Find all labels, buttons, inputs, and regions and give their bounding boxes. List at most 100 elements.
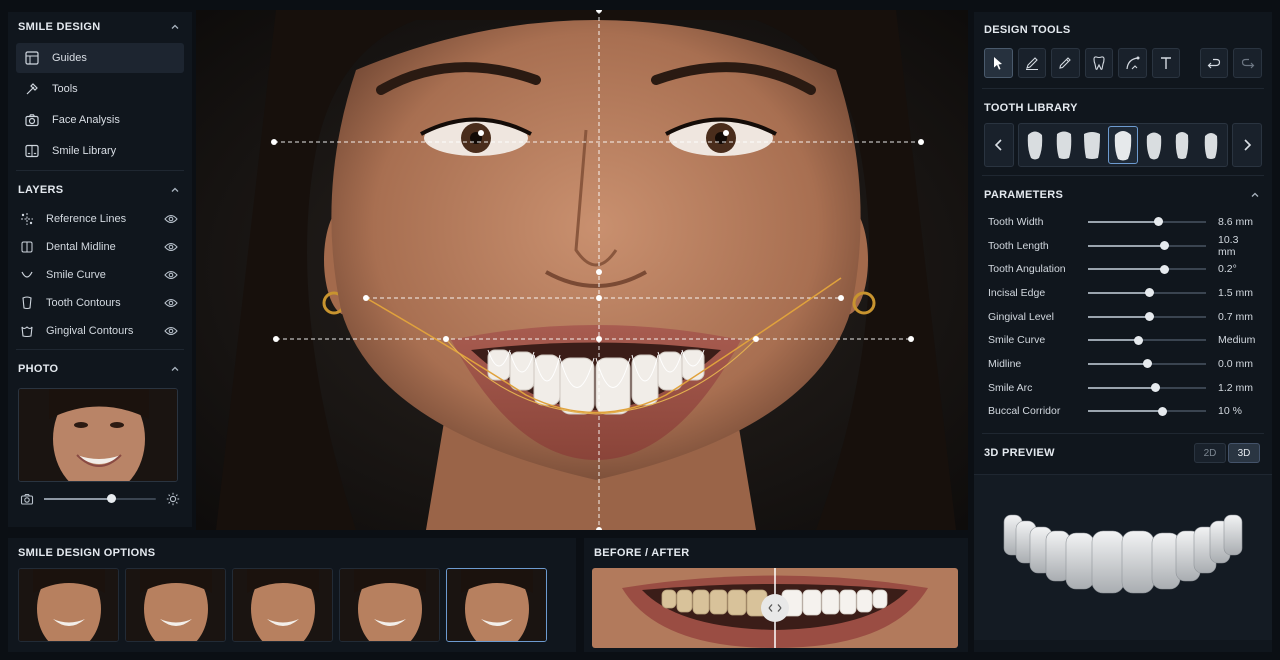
curve-icon bbox=[1125, 56, 1140, 70]
draw-tool-button[interactable] bbox=[1017, 48, 1047, 78]
left-panel: SMILE DESIGN Guides Tools Face Analysis … bbox=[8, 12, 192, 527]
slider-knob[interactable] bbox=[1142, 359, 1152, 369]
slider-knob[interactable] bbox=[1160, 264, 1170, 274]
chevron-up-icon[interactable] bbox=[1250, 190, 1260, 200]
before-after-compare[interactable] bbox=[592, 568, 958, 648]
eye-icon[interactable] bbox=[164, 297, 178, 309]
tooth-tool-button[interactable] bbox=[1084, 48, 1114, 78]
layers-header[interactable]: LAYERS bbox=[8, 175, 192, 205]
sun-icon[interactable] bbox=[166, 492, 180, 506]
library-next-button[interactable] bbox=[1232, 123, 1262, 167]
tooth-library-header: TOOTH LIBRARY bbox=[974, 93, 1272, 123]
parameter-label: Buccal Corridor bbox=[988, 405, 1061, 418]
redo-button[interactable] bbox=[1233, 48, 1262, 78]
smile-design-header[interactable]: SMILE DESIGN bbox=[8, 12, 192, 42]
mode-2d-button[interactable]: 2D bbox=[1194, 443, 1226, 464]
mode-3d-button[interactable]: 3D bbox=[1228, 443, 1260, 464]
divider bbox=[982, 433, 1264, 435]
parameter-value: 8.6 mm bbox=[1218, 215, 1254, 228]
parameter-label: Midline bbox=[988, 357, 1022, 370]
tooth-shape-option[interactable] bbox=[1051, 126, 1077, 164]
parameter-slider[interactable] bbox=[1088, 335, 1206, 345]
pencil-tool-button[interactable] bbox=[1051, 48, 1080, 78]
layer-smile-curve[interactable]: Smile Curve bbox=[16, 261, 184, 289]
parameters-title: PARAMETERS bbox=[984, 189, 1064, 201]
nav-item-tools[interactable]: Tools bbox=[16, 74, 184, 104]
camera-icon[interactable] bbox=[20, 492, 34, 506]
parameter-slider[interactable] bbox=[1088, 264, 1206, 274]
3d-preview-viewport[interactable] bbox=[974, 474, 1272, 641]
design-canvas[interactable] bbox=[196, 10, 968, 530]
nav-item-face-analysis[interactable]: Face Analysis bbox=[16, 105, 184, 135]
parameters-header[interactable]: PARAMETERS bbox=[974, 180, 1272, 210]
tooth-shape-option[interactable] bbox=[1022, 126, 1048, 164]
photo-title: PHOTO bbox=[18, 363, 59, 375]
eye-icon[interactable] bbox=[164, 213, 178, 225]
slider-knob[interactable] bbox=[1150, 383, 1160, 393]
nav-item-guides[interactable]: Guides bbox=[16, 43, 184, 73]
parameter-slider[interactable] bbox=[1088, 312, 1206, 322]
dental-arch-3d-model bbox=[1003, 514, 1243, 594]
option-thumbnail[interactable] bbox=[339, 568, 440, 642]
slider-knob[interactable] bbox=[1144, 312, 1154, 322]
select-tool-button[interactable] bbox=[984, 48, 1013, 78]
brightness-slider[interactable] bbox=[44, 494, 156, 503]
view-mode-toggle: 2D 3D bbox=[1194, 443, 1260, 464]
slider-knob[interactable] bbox=[1157, 406, 1167, 416]
parameter-slider[interactable] bbox=[1088, 383, 1206, 393]
curve-tool-button[interactable] bbox=[1118, 48, 1147, 78]
option-thumbnail-selected[interactable] bbox=[446, 568, 547, 642]
options-header: SMILE DESIGN OPTIONS bbox=[8, 538, 576, 568]
parameter-row: Buccal Corridor 10 % bbox=[974, 400, 1272, 424]
before-after-image bbox=[592, 568, 958, 648]
parameter-slider[interactable] bbox=[1088, 406, 1206, 416]
layer-dental-midline[interactable]: Dental Midline bbox=[16, 233, 184, 261]
smile-curve-icon bbox=[21, 271, 33, 278]
smile-design-title: SMILE DESIGN bbox=[18, 21, 101, 33]
tooth-shape-option[interactable] bbox=[1169, 126, 1195, 164]
text-tool-button[interactable] bbox=[1151, 48, 1181, 78]
library-prev-button[interactable] bbox=[984, 123, 1014, 167]
slider-knob[interactable] bbox=[1160, 241, 1170, 251]
face-photo bbox=[196, 10, 968, 530]
slider-fill bbox=[1088, 315, 1150, 318]
layer-gingival-contours[interactable]: Gingival Contours bbox=[16, 317, 184, 345]
tools-icon bbox=[26, 83, 38, 95]
slider-fill bbox=[1088, 268, 1165, 271]
chevron-up-icon[interactable] bbox=[170, 22, 180, 32]
parameter-slider[interactable] bbox=[1088, 241, 1206, 251]
dental-midline-icon bbox=[21, 241, 33, 253]
eye-icon[interactable] bbox=[164, 325, 178, 337]
parameter-label: Smile Curve bbox=[988, 334, 1046, 347]
nav-item-smile-library[interactable]: Smile Library bbox=[16, 136, 184, 166]
layer-label: Tooth Contours bbox=[46, 297, 121, 309]
layer-tooth-contours[interactable]: Tooth Contours bbox=[16, 289, 184, 317]
tooth-shape-option[interactable] bbox=[1079, 126, 1105, 164]
option-thumbnail[interactable] bbox=[232, 568, 333, 642]
slider-knob[interactable] bbox=[1134, 335, 1144, 345]
preview-header: 3D PREVIEW 2D 3D bbox=[974, 438, 1272, 468]
eye-icon[interactable] bbox=[164, 269, 178, 281]
nav-item-label: Face Analysis bbox=[52, 114, 120, 126]
eye-icon[interactable] bbox=[164, 241, 178, 253]
slider-knob[interactable] bbox=[106, 494, 116, 503]
photo-header[interactable]: PHOTO bbox=[8, 354, 192, 384]
layer-reference-lines[interactable]: Reference Lines bbox=[16, 205, 184, 233]
option-thumbnail[interactable] bbox=[125, 568, 226, 642]
chevron-up-icon[interactable] bbox=[170, 364, 180, 374]
parameter-slider[interactable] bbox=[1088, 359, 1206, 369]
option-thumbnail[interactable] bbox=[18, 568, 119, 642]
parameter-slider[interactable] bbox=[1088, 217, 1206, 227]
undo-button[interactable] bbox=[1199, 48, 1229, 78]
tooth-shape-option[interactable] bbox=[1141, 126, 1167, 164]
photo-thumbnail[interactable] bbox=[18, 388, 178, 482]
tooth-shape-option-selected[interactable] bbox=[1107, 126, 1138, 164]
slider-knob[interactable] bbox=[1144, 288, 1154, 298]
slider-knob[interactable] bbox=[1154, 217, 1164, 227]
design-tools-row bbox=[974, 48, 1272, 78]
chevron-left-icon bbox=[994, 139, 1002, 151]
divider bbox=[982, 175, 1264, 176]
chevron-up-icon[interactable] bbox=[170, 185, 180, 195]
tooth-shape-option[interactable] bbox=[1198, 126, 1224, 164]
parameter-slider[interactable] bbox=[1088, 288, 1206, 298]
